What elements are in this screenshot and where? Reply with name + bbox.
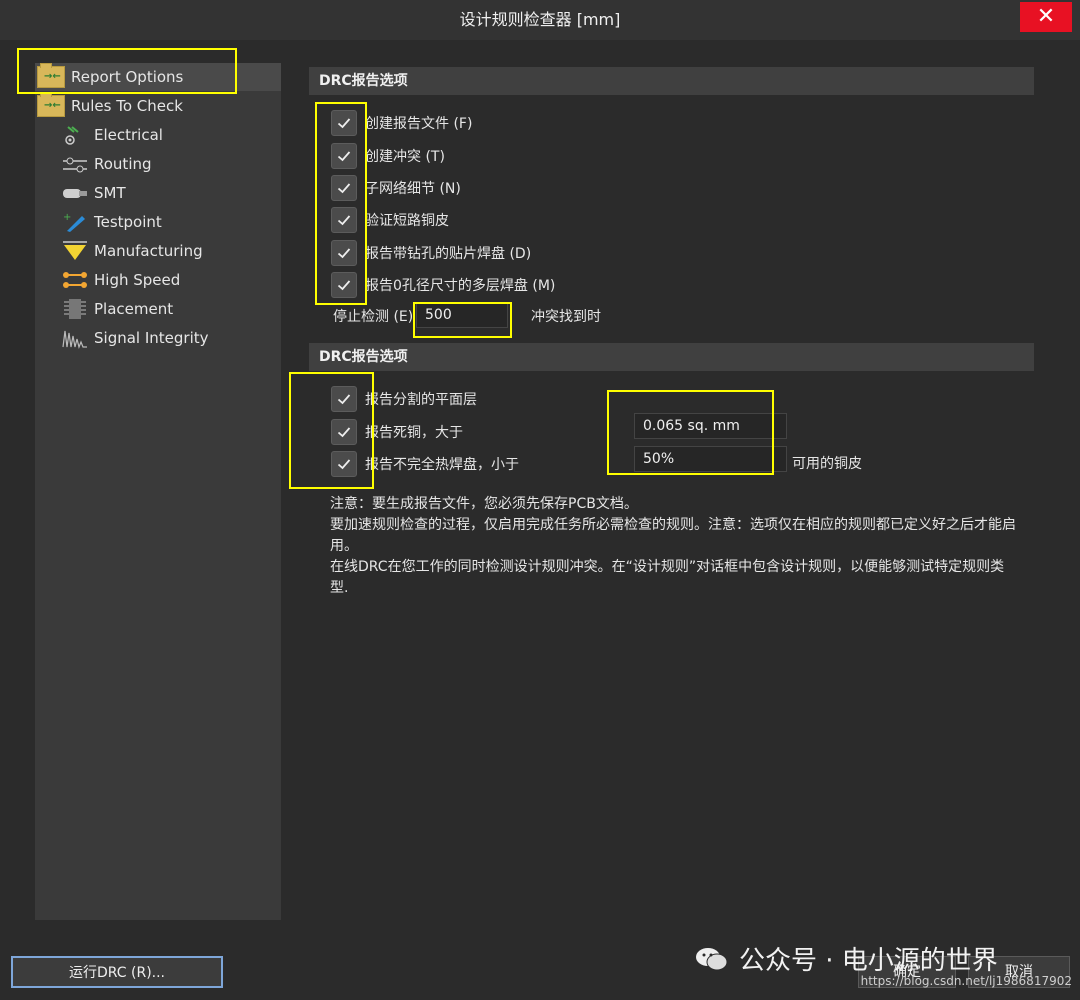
window-title: 设计规则检查器 [mm] [459, 10, 621, 29]
watermark-text: 公众号 · 电小源的世界 [739, 946, 998, 976]
tree-item-smt[interactable]: SMT [62, 179, 126, 207]
check-icon [337, 215, 351, 226]
tree-item-label: Placement [94, 300, 174, 318]
checkbox-label: 创建冲突 (T) [365, 149, 445, 165]
checkbox[interactable] [331, 207, 357, 233]
stop-after-input[interactable]: 500 [416, 302, 508, 328]
checkbox[interactable] [331, 110, 357, 136]
tree-item-routing[interactable]: Routing [62, 150, 152, 178]
checkbox-create-violations[interactable]: 创建冲突 (T) [331, 143, 445, 169]
checkbox[interactable] [331, 419, 357, 445]
close-icon: ✕ [1036, 4, 1056, 29]
checkbox-verify-shorting-copper[interactable]: 验证短路铜皮 [331, 207, 449, 233]
dead-copper-input[interactable]: 0.065 sq. mm [634, 413, 787, 439]
tree-item-label: High Speed [94, 271, 181, 289]
tree-item-placement[interactable]: Placement [62, 295, 173, 323]
signal-integrity-icon [62, 327, 88, 349]
high-speed-icon [62, 269, 88, 291]
stop-after-suffix: 冲突找到时 [531, 309, 601, 325]
thermal-relief-input[interactable]: 50% [634, 446, 787, 472]
check-icon [337, 183, 351, 194]
folder-icon: →← [37, 63, 65, 88]
electrical-icon [62, 124, 88, 146]
checkbox-subnet-details[interactable]: 子网络细节 (N) [331, 175, 461, 201]
checkbox-label: 报告不完全热焊盘，小于 [365, 457, 519, 473]
testpoint-icon: + [62, 211, 88, 233]
manufacturing-icon [62, 240, 88, 262]
checkbox-label: 创建报告文件 (F) [365, 116, 473, 132]
tree-item-label: Electrical [94, 126, 163, 144]
section-header-report-options-2: DRC报告选项 [309, 343, 1034, 371]
note-line: 要加速规则检查的过程，仅启用完成任务所必需检查的规则。注意：选项仅在相应的规则都… [330, 517, 1016, 554]
tree-item-label: Rules To Check [71, 97, 183, 115]
source-url: https://blog.csdn.net/lj1986817902 [860, 974, 1072, 988]
run-drc-button[interactable]: 运行DRC (R)... [11, 956, 223, 988]
checkbox-report-split-planes[interactable]: 报告分割的平面层 [331, 386, 477, 412]
folder-icon: →← [37, 92, 65, 117]
tree-item-signal-integrity[interactable]: Signal Integrity [62, 324, 209, 352]
tree-item-label: Report Options [71, 68, 184, 86]
checkbox-label: 报告死铜，大于 [365, 425, 463, 441]
checkbox[interactable] [331, 451, 357, 477]
note-text: 注意：要生成报告文件，您必须先保存PCB文档。 要加速规则检查的过程，仅启用完成… [330, 494, 1020, 599]
checkbox-label: 报告0孔径尺寸的多层焊盘 (M) [365, 278, 556, 294]
check-icon [337, 118, 351, 129]
checkbox-label: 子网络细节 (N) [365, 181, 461, 197]
note-line: 注意：要生成报告文件，您必须先保存PCB文档。 [330, 496, 638, 512]
title-bar: 设计规则检查器 [mm] ✕ [0, 0, 1080, 40]
check-icon [337, 151, 351, 162]
note-line: 在线DRC在您工作的同时检测设计规则冲突。在“设计规则”对话框中包含设计规则，以… [330, 559, 1005, 596]
checkbox[interactable] [331, 175, 357, 201]
tree-item-label: Testpoint [94, 213, 162, 231]
tree-item-testpoint[interactable]: + Testpoint [62, 208, 162, 236]
tree-item-label: Signal Integrity [94, 329, 209, 347]
close-button[interactable]: ✕ [1020, 2, 1072, 32]
tree-item-high-speed[interactable]: High Speed [62, 266, 180, 294]
checkbox-label: 报告分割的平面层 [365, 392, 477, 408]
tree-item-report-options[interactable]: →← Report Options [35, 63, 281, 91]
checkbox[interactable] [331, 272, 357, 298]
check-icon [337, 459, 351, 470]
check-icon [337, 427, 351, 438]
placement-icon [62, 298, 88, 320]
watermark: 公众号 · 电小源的世界 [695, 940, 998, 977]
tree-item-electrical[interactable]: Electrical [62, 121, 163, 149]
routing-icon [62, 153, 88, 175]
tree-item-label: Routing [94, 155, 152, 173]
checkbox-report-drilled-smt-pads[interactable]: 报告带钻孔的贴片焊盘 (D) [331, 240, 531, 266]
checkbox-create-report-file[interactable]: 创建报告文件 (F) [331, 110, 472, 136]
wechat-icon [695, 946, 729, 972]
check-icon [337, 394, 351, 405]
smt-icon [62, 182, 88, 204]
checkbox[interactable] [331, 143, 357, 169]
tree-item-rules-to-check[interactable]: →← Rules To Check [35, 92, 183, 120]
stop-after-label: 停止检测 (E) [333, 309, 414, 325]
checkbox-label: 验证短路铜皮 [365, 213, 449, 229]
check-icon [337, 248, 351, 259]
checkbox-report-dead-copper[interactable]: 报告死铜，大于 [331, 419, 463, 445]
svg-text:+: + [63, 212, 71, 223]
tree-item-label: SMT [94, 184, 126, 202]
checkbox-report-zero-hole-multilayer-pads[interactable]: 报告0孔径尺寸的多层焊盘 (M) [331, 272, 555, 298]
section-header-report-options: DRC报告选项 [309, 67, 1034, 95]
check-icon [337, 280, 351, 291]
checkbox-report-incomplete-thermal[interactable]: 报告不完全热焊盘，小于 [331, 451, 519, 477]
checkbox[interactable] [331, 386, 357, 412]
checkbox[interactable] [331, 240, 357, 266]
tree-item-manufacturing[interactable]: Manufacturing [62, 237, 203, 265]
checkbox-label: 报告带钻孔的贴片焊盘 (D) [365, 246, 532, 262]
thermal-suffix: 可用的铜皮 [792, 456, 862, 472]
tree-item-label: Manufacturing [94, 242, 203, 260]
